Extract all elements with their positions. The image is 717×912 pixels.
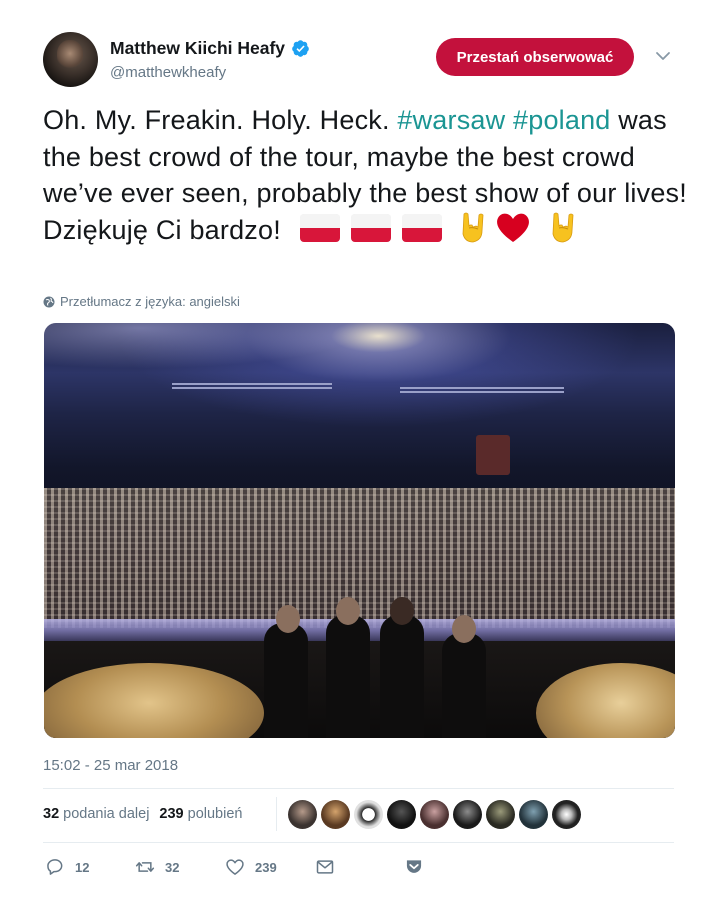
divider (43, 842, 674, 843)
lighting-truss (172, 383, 332, 389)
liker-avatar[interactable] (321, 800, 350, 829)
avatar[interactable] (43, 32, 98, 87)
direct-message-button[interactable] (315, 857, 345, 877)
red-heart-icon (496, 213, 529, 243)
speaker-cabinet (476, 435, 510, 475)
tweet-stats: 32 podania dalej 239 polubień (43, 806, 252, 822)
liker-avatar[interactable] (420, 800, 449, 829)
reply-count: 12 (75, 859, 90, 875)
lighting-truss (400, 387, 564, 393)
poland-flag-icon (401, 214, 442, 243)
retweets-label: podania dalej (63, 806, 150, 822)
liker-avatar[interactable] (552, 800, 581, 829)
poland-flag-icon (299, 214, 340, 243)
likes-count: 239 (159, 806, 184, 822)
translate-label[interactable]: Przetłumacz z języka: angielski (60, 294, 240, 309)
band-member (326, 615, 370, 738)
retweet-icon (135, 862, 155, 872)
liker-avatar[interactable] (453, 800, 482, 829)
stage-light-left (44, 323, 675, 423)
band-member-head (336, 597, 360, 625)
sign-of-horns-icon (462, 212, 484, 243)
band-member-head (390, 597, 414, 625)
divider (43, 788, 674, 789)
retweets-count: 32 (43, 806, 60, 822)
heart-icon (226, 859, 244, 875)
hashtag-warsaw[interactable]: #warsaw (397, 105, 505, 135)
user-name-row[interactable]: Matthew Kiichi Heafy (110, 38, 310, 59)
display-name[interactable]: Matthew Kiichi Heafy (110, 38, 285, 59)
retweet-button[interactable]: 32 (135, 857, 179, 877)
translate-link[interactable]: Przetłumacz z języka: angielski (43, 294, 240, 309)
liker-avatars (288, 800, 585, 829)
user-handle[interactable]: @matthewkheafy (110, 64, 226, 81)
tweet: Matthew Kiichi Heafy @matthewkheafy Prze… (0, 0, 717, 912)
liker-avatar[interactable] (288, 800, 317, 829)
pocket-button[interactable] (404, 857, 434, 877)
tweet-photo[interactable] (44, 323, 675, 738)
band-member-head (452, 615, 476, 643)
chevron-down-icon[interactable] (655, 50, 671, 62)
reply-icon (47, 859, 63, 875)
reply-button[interactable]: 12 (45, 857, 89, 877)
globe-icon (43, 296, 55, 307)
like-count: 239 (255, 859, 277, 875)
hashtag-poland[interactable]: #poland (513, 105, 611, 135)
tweet-text: Oh. My. Freakin. Holy. Heck. #warsaw #po… (43, 102, 693, 248)
like-button[interactable]: 239 (225, 857, 277, 877)
band-member-head (276, 605, 300, 633)
unfollow-button[interactable]: Przestań obserwować (436, 38, 634, 76)
envelope-icon (316, 860, 334, 874)
tweet-text-part1: Oh. My. Freakin. Holy. Heck. (43, 105, 398, 135)
tweet-actions: 12 32 239 (43, 857, 443, 885)
likes-stat[interactable]: 239 polubień (159, 806, 242, 822)
pocket-icon (406, 860, 422, 873)
liker-avatar[interactable] (387, 800, 416, 829)
band-member (264, 623, 308, 738)
band-member (442, 633, 486, 738)
tweet-timestamp[interactable]: 15:02 - 25 mar 2018 (43, 757, 178, 774)
poland-flag-icon (350, 214, 391, 243)
liker-avatar[interactable] (486, 800, 515, 829)
retweets-stat[interactable]: 32 podania dalej (43, 806, 149, 822)
retweet-count: 32 (165, 859, 180, 875)
stats-separator (276, 797, 277, 831)
likes-label: polubień (187, 806, 243, 822)
liker-avatar[interactable] (519, 800, 548, 829)
liker-avatar[interactable] (354, 800, 383, 829)
verified-badge-icon (292, 40, 309, 57)
band-member (380, 615, 424, 738)
sign-of-horns-icon (552, 212, 574, 243)
